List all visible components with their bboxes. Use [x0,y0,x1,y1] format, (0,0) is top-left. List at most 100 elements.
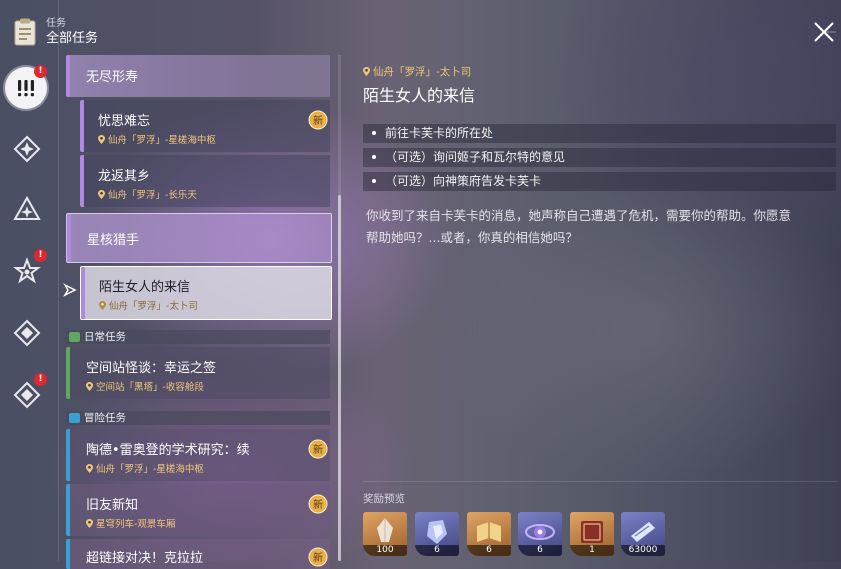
list-item[interactable]: 忧思难忘 仙舟「罗浮」-星槎海中枢 新 [80,100,330,152]
new-badge-icon: 新 [308,547,328,567]
header-category: 任务 [46,17,66,29]
quest-location: 空间站「黑塔」-收容舱段 [86,379,204,393]
quest-location: 仙舟「罗浮」-星槎海中枢 [86,461,204,475]
section-label: 冒险任务 [84,412,126,424]
quest-title: 空间站怪谈：幸运之签 [86,361,217,376]
quest-color-bar [66,539,70,569]
page-header: 任务 全部任务 [12,14,98,50]
list-item[interactable]: 旧友新知 星穹列车-观景车厢 新 [66,484,330,536]
selection-arrow-icon [63,283,77,297]
list-item[interactable]: 超链接对决！克拉拉 新 [66,539,330,569]
quest-location-text: 仙舟「罗浮」-太卜司 [109,301,198,312]
quest-group-title: 星核猎手 [87,233,140,248]
list-item[interactable]: 空间站怪谈：幸运之签 空间站「黑塔」-收容舱段 [66,347,330,399]
quest-title: 龙返其乡 [98,169,151,184]
new-badge-icon: 新 [308,494,328,514]
quest-location-text: 仙舟「罗浮」-星槎海中枢 [108,135,216,146]
daily-section-icon [69,332,80,342]
diamond-compass-icon [13,319,41,347]
rail-badge: ! [34,65,47,78]
list-item[interactable]: 陶德•雷奥登的学术研究：续 仙舟「罗浮」-星槎海中枢 新 [66,429,330,481]
header-title: 全部任务 [46,30,99,46]
location-pin-icon [363,67,370,76]
location-pin-icon [86,382,93,391]
reward-item[interactable]: 6 [467,512,511,556]
reward-item[interactable]: 6 [415,512,459,556]
quest-title: 陶德•雷奥登的学术研究：续 [86,443,250,458]
objective-item: （可选）向神策府告发卡芙卡 [363,172,836,191]
objective-text: 前往卡芙卡的所在处 [385,126,494,140]
rail-divider [58,0,59,561]
rail-tab-adventure[interactable]: ! [7,373,47,415]
reward-item[interactable]: 1 [570,512,614,556]
quest-color-bar [66,429,70,481]
objective-text: （可选）向神策府告发卡芙卡 [385,174,542,188]
group-color-bar [66,55,70,97]
quest-group-xinghe[interactable]: 星核猎手 [66,213,332,263]
section-label: 日常任务 [84,331,126,343]
bullet-icon [372,131,376,135]
reward-divider [363,481,838,482]
reward-item[interactable]: 6 [518,512,562,556]
location-pin-icon [86,464,93,473]
bullet-icon [372,155,376,159]
quest-location-text: 空间站「黑塔」-收容舱段 [96,382,204,393]
quest-color-bar [66,484,70,536]
objective-item: （可选）询问姬子和瓦尔特的意见 [363,148,836,167]
location-pin-icon [86,519,93,528]
close-icon[interactable] [810,18,838,46]
new-badge-icon: 新 [308,439,328,459]
rail-tab-daily[interactable]: ! [7,249,47,291]
location-pin-icon [99,301,106,310]
rail-badge: ! [34,373,47,386]
category-rail: ! ! ! [0,55,58,561]
quest-title: 忧思难忘 [98,114,151,129]
quest-location: 仙舟「罗浮」-星槎海中枢 [98,132,216,146]
reward-label: 奖励预览 [363,493,405,505]
quest-location: 星穹列车-观景车厢 [86,516,175,530]
reward-count: 100 [363,545,407,556]
new-badge-text: 新 [313,443,323,456]
quest-list: 无尽形寿 忧思难忘 仙舟「罗浮」-星槎海中枢 新 龙返其乡 仙舟「罗浮」-长乐天… [66,55,332,569]
quest-color-bar [81,267,85,319]
reward-count: 6 [518,545,562,556]
reward-item[interactable]: 63000 [621,512,665,556]
quest-group-title: 无尽形寿 [86,70,139,85]
quest-group-wuqin[interactable]: 无尽形寿 [66,55,330,97]
quest-location: 仙舟「罗浮」-太卜司 [99,298,198,312]
rail-tab-all[interactable]: ! [5,65,47,109]
quest-title: 旧友新知 [86,498,139,513]
quest-location-text: 星穹列车-观景车厢 [96,519,176,530]
reward-count: 1 [570,545,614,556]
rail-tab-event[interactable] [7,313,47,353]
quest-location: 仙舟「罗浮」-长乐天 [98,187,197,201]
section-adventure: 冒险任务 [66,411,330,425]
new-badge-text: 新 [313,498,323,511]
rail-tab-companion[interactable] [7,189,47,229]
quest-title: 陌生女人的来信 [99,280,191,295]
detail-location: 仙舟「罗浮」-太卜司 [363,64,471,79]
quest-location-text: 仙舟「罗浮」-长乐天 [108,190,197,201]
section-daily: 日常任务 [66,330,330,344]
quest-color-bar [80,100,84,152]
quest-color-bar [66,347,70,399]
adventure-section-icon [69,413,80,423]
objective-text: （可选）询问姬子和瓦尔特的意见 [385,150,566,164]
reward-count: 6 [467,545,511,556]
list-item-selected[interactable]: 陌生女人的来信 仙舟「罗浮」-太卜司 [80,266,332,320]
rail-tab-trailblaze[interactable] [7,129,47,169]
clipboard-icon [14,18,36,46]
quest-description: 你收到了来自卡芙卡的消息，她声称自己遭遇了危机，需要你的帮助。你愿意 帮助她吗？… [366,205,836,249]
new-badge-icon: 新 [308,110,328,130]
triangle-star-icon [13,195,41,220]
description-line: 你收到了来自卡芙卡的消息，她声称自己遭遇了危机，需要你的帮助。你愿意 [366,208,792,223]
list-item[interactable]: 龙返其乡 仙舟「罗浮」-长乐天 [80,155,330,207]
reward-count: 63000 [621,545,665,556]
diamond-star-icon [13,135,41,163]
bullet-icon [372,179,376,183]
reward-item[interactable]: 100 [363,512,407,556]
list-scrollbar-thumb[interactable] [338,195,341,561]
detail-location-text: 仙舟「罗浮」-太卜司 [373,66,472,78]
quest-color-bar [80,155,84,207]
location-pin-icon [98,190,105,199]
